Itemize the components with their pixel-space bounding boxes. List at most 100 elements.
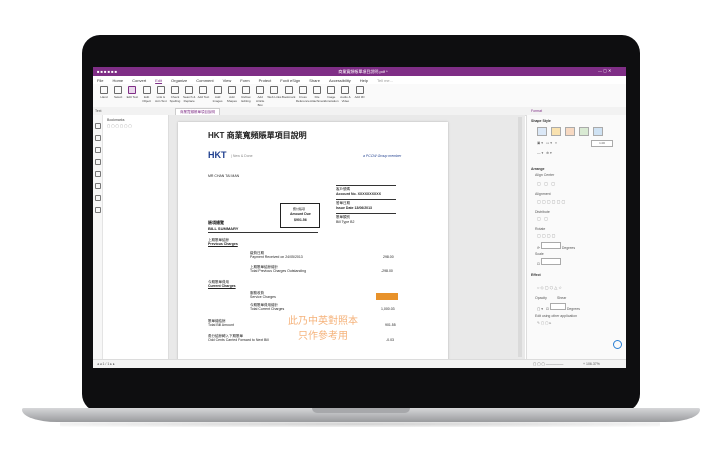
toolbar-edit-text-button[interactable]: Edit Text <box>125 86 139 99</box>
doc-title: HKT 商業寬頻賬單項目說明 <box>208 131 307 140</box>
issue-date: Issue Date 13/06/2013 <box>336 206 372 210</box>
quick-access-icons[interactable]: ■ ■ ■ ■ ■ ■ <box>97 69 117 74</box>
toolbar-cross-reference-button[interactable]: Cross Reference <box>296 86 310 103</box>
toolbar-add-article-box-button[interactable]: Add Article Box <box>253 86 267 107</box>
pdf-page[interactable]: HKT 商業寬頻賬單項目說明 HKT | New & Done a PCCW G… <box>178 122 448 362</box>
menu-home[interactable]: Home <box>112 78 123 83</box>
toolbar-bookmark-button[interactable]: Bookmark <box>282 86 296 99</box>
menu-view[interactable]: View <box>223 78 232 83</box>
vertical-scrollbar[interactable] <box>518 117 522 357</box>
menu-form[interactable]: Form <box>240 78 249 83</box>
toolbar-web-links-button[interactable]: Web Links <box>267 86 281 99</box>
style-swatch-5[interactable] <box>593 127 603 136</box>
security-icon[interactable] <box>95 207 101 213</box>
watermark-line1: 此乃中英對照本 <box>288 316 358 327</box>
toolbar-label: Add Text <box>197 95 210 99</box>
toolbar-add-3d-button[interactable]: Add 3D <box>353 86 367 99</box>
toolbar-label: Add 3D <box>354 95 365 99</box>
style-swatch-3[interactable] <box>565 127 575 136</box>
toolbar-image-annotation-button[interactable]: Image Annotation <box>324 86 339 103</box>
scale-field[interactable]: ⊡ <box>537 258 561 266</box>
toolbar-label: Hand <box>100 95 108 99</box>
shear-field[interactable]: ▢ ▾ ⊡ Degrees <box>537 303 580 311</box>
align-center-icons[interactable]: ▢ ▢ ▢ <box>537 181 555 186</box>
audio-video-icon <box>341 86 350 94</box>
effect-icons[interactable]: ○ ◇ ▢ ⬡ △ ☆ <box>537 285 562 290</box>
toolbar-audio-video-button[interactable]: Audio & Video <box>338 86 352 103</box>
add-article-box-icon <box>256 86 265 94</box>
search-icon[interactable] <box>95 183 101 189</box>
layers-icon[interactable] <box>95 147 101 153</box>
view-mode-icons[interactable]: ▢ ▢ ▢ ————— <box>533 362 563 366</box>
menu-edit[interactable]: Edit <box>155 78 162 83</box>
zoom-level[interactable]: + 106.37% <box>583 362 600 366</box>
window-controls[interactable]: — ▢ ✕ <box>598 68 611 73</box>
menu-organize[interactable]: Organize <box>171 78 187 83</box>
tab-format[interactable]: Format <box>531 109 542 113</box>
edit-app-button[interactable]: ✎ ▢ ▢ ▸ <box>537 321 551 325</box>
amount-due-zh: 應付賬項 <box>293 207 306 211</box>
toolbar-add-shapes-button[interactable]: Add Shapes <box>225 86 239 103</box>
menu-share[interactable]: Share <box>309 78 320 83</box>
rotate-icons[interactable]: ▢ ▢ ▢ ▢ <box>537 233 555 238</box>
toolbar-reflow-editing-button[interactable]: Reflow Editing <box>239 86 253 103</box>
toolbar-hand-button[interactable]: Hand <box>97 86 111 99</box>
line-width-field[interactable]: 1.00 <box>591 140 613 147</box>
add-text-icon <box>199 86 208 94</box>
account-number: Account No. XXXXXXXXXX <box>336 192 381 196</box>
toolbar-label: Check Spelling <box>169 95 181 103</box>
outstanding: Total Previous Charges Outstanding <box>250 269 307 273</box>
bookmark-tools[interactable]: ▢ ▢ ▢ ▢ ▢ ▢ <box>107 124 132 128</box>
distribute-icons[interactable]: ▢ ▢ <box>537 216 548 221</box>
bill-type: Bill Type B2 <box>336 220 355 224</box>
highlight-box[interactable] <box>376 293 398 300</box>
toolbar-search-replace-button[interactable]: Search & Replace <box>182 86 196 103</box>
outstanding-value: -298.00 <box>381 269 393 273</box>
opacity-controls[interactable]: — ▾ ⊕ ▾ <box>537 151 552 155</box>
menu-help[interactable]: Help <box>360 78 368 83</box>
toolbar-label: Edit Object <box>142 95 151 103</box>
toolbar-file-attachment-button[interactable]: File Attachment <box>310 86 325 103</box>
style-swatch-4[interactable] <box>579 127 589 136</box>
effect-title: Effect <box>531 273 541 277</box>
page-navigation[interactable]: ◂ ◂ 1 / 1 ▸ ▸ <box>97 362 115 366</box>
total-current: Total Current Charges <box>250 307 285 311</box>
bookmark-panel: Bookmarks ▢ ▢ ▢ ▢ ▢ ▢ <box>93 115 169 359</box>
toolbar-label: Edit Text <box>126 95 139 99</box>
laptop-notch <box>312 408 410 413</box>
rotate-degrees[interactable]: ⟳ Degrees <box>537 242 575 250</box>
help-bubble-icon[interactable] <box>613 340 622 349</box>
menu-convert[interactable]: Convert <box>132 78 146 83</box>
service-charges: Service Charges <box>250 295 276 299</box>
shape-style-title: Shape Style <box>531 119 551 123</box>
signature-icon[interactable] <box>95 195 101 201</box>
menu-esign[interactable]: Foxit eSign <box>280 78 300 83</box>
toolbar-select-button[interactable]: Select <box>111 86 125 99</box>
style-swatch-2[interactable] <box>551 127 561 136</box>
tell-me-search[interactable]: Tell me... <box>377 78 393 83</box>
attachment-icon[interactable] <box>95 171 101 177</box>
hand-icon <box>100 86 108 94</box>
menu-file[interactable]: File <box>97 78 103 83</box>
shear-label: Shear <box>557 296 567 300</box>
degrees-label: Degrees <box>561 246 576 250</box>
comment-icon[interactable] <box>95 159 101 165</box>
menu-protect[interactable]: Protect <box>259 78 272 83</box>
toolbar-edit-object-button[interactable]: Edit Object <box>140 86 154 103</box>
toolbar-add-text-button[interactable]: Add Text <box>196 86 210 99</box>
menu-accessibility[interactable]: Accessibility <box>329 78 351 83</box>
toolbar-link-join-text-button[interactable]: Link & Join Text <box>154 86 168 103</box>
bookmark-icon[interactable] <box>95 123 101 129</box>
page-thumbnail-icon[interactable] <box>95 135 101 141</box>
menu-comment[interactable]: Comment <box>196 78 213 83</box>
hkt-logo: HKT <box>208 150 227 160</box>
amount-due-box: 應付賬項 Amount Due $901.56 <box>280 203 320 228</box>
odd-cents-value: -0.03 <box>386 338 394 342</box>
page-indicator[interactable]: 1 / 1 <box>102 362 109 366</box>
alignment-icons[interactable]: ▢ ▢ ▢ ▢ ▢ ▢ <box>537 199 565 204</box>
add-3d-icon <box>355 86 364 94</box>
fill-stroke-controls[interactable]: ▣ ▾ ▭ ▾ ≡ <box>537 141 557 145</box>
toolbar-check-spelling-button[interactable]: Check Spelling <box>168 86 182 103</box>
toolbar-add-images-button[interactable]: Add Images <box>211 86 225 103</box>
style-swatch-1[interactable] <box>537 127 547 136</box>
